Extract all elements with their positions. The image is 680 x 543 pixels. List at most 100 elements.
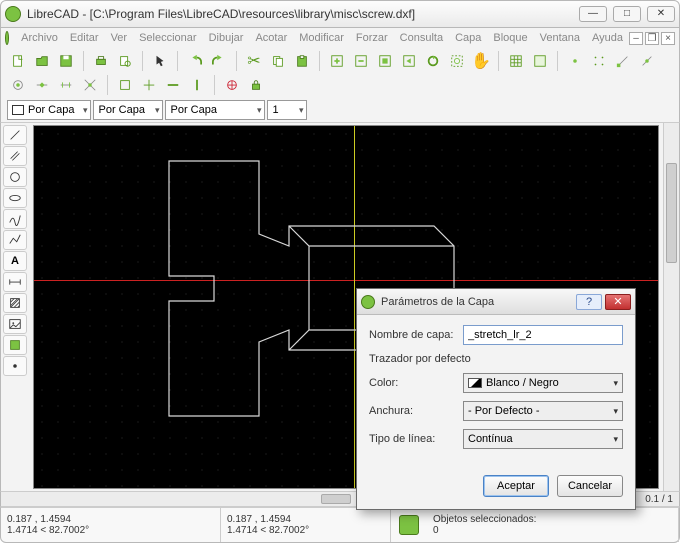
- cancel-button[interactable]: Cancelar: [557, 475, 623, 497]
- menu-editar[interactable]: Editar: [64, 32, 105, 44]
- restrict-h-button[interactable]: [162, 74, 184, 96]
- close-button[interactable]: ✕: [647, 6, 675, 22]
- menu-bar: Archivo Editar Ver Seleccionar Dibujar A…: [0, 28, 680, 48]
- dialog-titlebar[interactable]: Parámetros de la Capa ? ✕: [357, 289, 635, 315]
- h-scroll-thumb[interactable]: [321, 494, 351, 504]
- tool-image[interactable]: [3, 314, 27, 334]
- color-combo[interactable]: Blanco / Negro: [463, 373, 623, 393]
- linetype-combo[interactable]: Contínua: [463, 429, 623, 449]
- linecolor-combo[interactable]: Por Capa: [7, 100, 91, 120]
- draft-toggle-button[interactable]: [529, 50, 551, 72]
- width-combo[interactable]: - Por Defecto -: [463, 401, 623, 421]
- main-toolbar: ✂ ✋: [0, 48, 680, 98]
- menu-dibujar[interactable]: Dibujar: [203, 32, 250, 44]
- menu-seleccionar[interactable]: Seleccionar: [133, 32, 202, 44]
- maximize-button[interactable]: □: [613, 6, 641, 22]
- status-bar: 0.187 , 1.4594 1.4714 < 82.7002° 0.187 ,…: [0, 507, 680, 543]
- menu-ayuda[interactable]: Ayuda: [586, 32, 629, 44]
- snap-center-button[interactable]: [7, 74, 29, 96]
- snap-mid-button[interactable]: [31, 74, 53, 96]
- dialog-help-button[interactable]: ?: [576, 294, 602, 310]
- snap-dist-button[interactable]: [55, 74, 77, 96]
- status-mouse-widget[interactable]: [399, 515, 419, 535]
- paste-button[interactable]: [291, 50, 313, 72]
- layer-params-dialog: Parámetros de la Capa ? ✕ Nombre de capa…: [356, 288, 636, 510]
- tool-block[interactable]: [3, 335, 27, 355]
- zoom-window-button[interactable]: [446, 50, 468, 72]
- selection-count: 0: [433, 525, 672, 536]
- mdi-close-button[interactable]: ×: [661, 32, 675, 45]
- accept-button[interactable]: Aceptar: [483, 475, 549, 497]
- redraw-button[interactable]: [422, 50, 444, 72]
- zoom-out-button[interactable]: [350, 50, 372, 72]
- snap-int-button[interactable]: [79, 74, 101, 96]
- window-titlebar: LibreCAD - [C:\Program Files\LibreCAD\re…: [0, 0, 680, 28]
- mdi-restore-button[interactable]: ❐: [645, 32, 659, 45]
- pan-button[interactable]: ✋: [470, 50, 492, 72]
- snap-on-button[interactable]: [636, 50, 658, 72]
- snap-end-button[interactable]: [612, 50, 634, 72]
- minimize-button[interactable]: —: [579, 6, 607, 22]
- status-rel-polar: 1.4714 < 82.7002°: [227, 525, 384, 536]
- vertical-scrollbar[interactable]: [663, 123, 679, 491]
- tool-parallel[interactable]: [3, 146, 27, 166]
- menu-acotar[interactable]: Acotar: [249, 32, 293, 44]
- menu-archivo[interactable]: Archivo: [15, 32, 64, 44]
- tool-dim[interactable]: [3, 272, 27, 292]
- zoom-in-button[interactable]: [326, 50, 348, 72]
- mdi-doc-icon: [5, 31, 9, 45]
- zoom-auto-button[interactable]: [374, 50, 396, 72]
- open-button[interactable]: [31, 50, 53, 72]
- copy-button[interactable]: [267, 50, 289, 72]
- snap-grid-button[interactable]: [588, 50, 610, 72]
- mdi-minimize-button[interactable]: –: [629, 32, 643, 45]
- new-file-button[interactable]: [7, 50, 29, 72]
- status-abs-coord: 0.187 , 1.4594: [7, 514, 214, 525]
- cut-button[interactable]: ✂: [243, 50, 265, 72]
- tool-polyline[interactable]: [3, 230, 27, 250]
- linewidth-combo[interactable]: Por Capa: [93, 100, 163, 120]
- print-preview-button[interactable]: [114, 50, 136, 72]
- save-button[interactable]: [55, 50, 77, 72]
- rel-zero-button[interactable]: [221, 74, 243, 96]
- page-combo[interactable]: 1: [267, 100, 307, 120]
- window-title: LibreCAD - [C:\Program Files\LibreCAD\re…: [27, 7, 579, 21]
- menu-ventana[interactable]: Ventana: [534, 32, 586, 44]
- color-swatch-icon: [468, 378, 482, 388]
- menu-capa[interactable]: Capa: [449, 32, 487, 44]
- dialog-title: Parámetros de la Capa: [381, 296, 573, 308]
- menu-ver[interactable]: Ver: [105, 32, 134, 44]
- layer-name-label: Nombre de capa:: [369, 329, 455, 341]
- pen-group-label: Trazador por defecto: [369, 353, 623, 365]
- zoom-previous-button[interactable]: [398, 50, 420, 72]
- grid-toggle-button[interactable]: [505, 50, 527, 72]
- tool-spline[interactable]: [3, 209, 27, 229]
- redo-button[interactable]: [208, 50, 230, 72]
- tool-hatch[interactable]: [3, 293, 27, 313]
- menu-consulta[interactable]: Consulta: [394, 32, 449, 44]
- linetype-label: Tipo de línea:: [369, 433, 455, 445]
- undo-button[interactable]: [184, 50, 206, 72]
- menu-forzar[interactable]: Forzar: [350, 32, 394, 44]
- menu-bloque[interactable]: Bloque: [487, 32, 533, 44]
- tool-line[interactable]: [3, 125, 27, 145]
- tool-circle[interactable]: [3, 167, 27, 187]
- layer-toolbar: Por Capa Por Capa Por Capa 1: [0, 98, 680, 123]
- side-toolbox: A: [1, 123, 31, 491]
- lock-zero-button[interactable]: [245, 74, 267, 96]
- v-scroll-thumb[interactable]: [666, 163, 677, 263]
- restrict-v-button[interactable]: [186, 74, 208, 96]
- restrict-none-button[interactable]: [114, 74, 136, 96]
- layer-name-input[interactable]: [463, 325, 623, 345]
- snap-free-button[interactable]: [564, 50, 586, 72]
- cursor-button[interactable]: [149, 50, 171, 72]
- restrict-ortho-button[interactable]: [138, 74, 160, 96]
- dialog-close-button[interactable]: ✕: [605, 294, 631, 310]
- print-button[interactable]: [90, 50, 112, 72]
- status-rel-coord: 0.187 , 1.4594: [227, 514, 384, 525]
- linetype-combo[interactable]: Por Capa: [165, 100, 265, 120]
- tool-ellipse[interactable]: [3, 188, 27, 208]
- menu-modificar[interactable]: Modificar: [293, 32, 350, 44]
- tool-point[interactable]: [3, 356, 27, 376]
- tool-text[interactable]: A: [3, 251, 27, 271]
